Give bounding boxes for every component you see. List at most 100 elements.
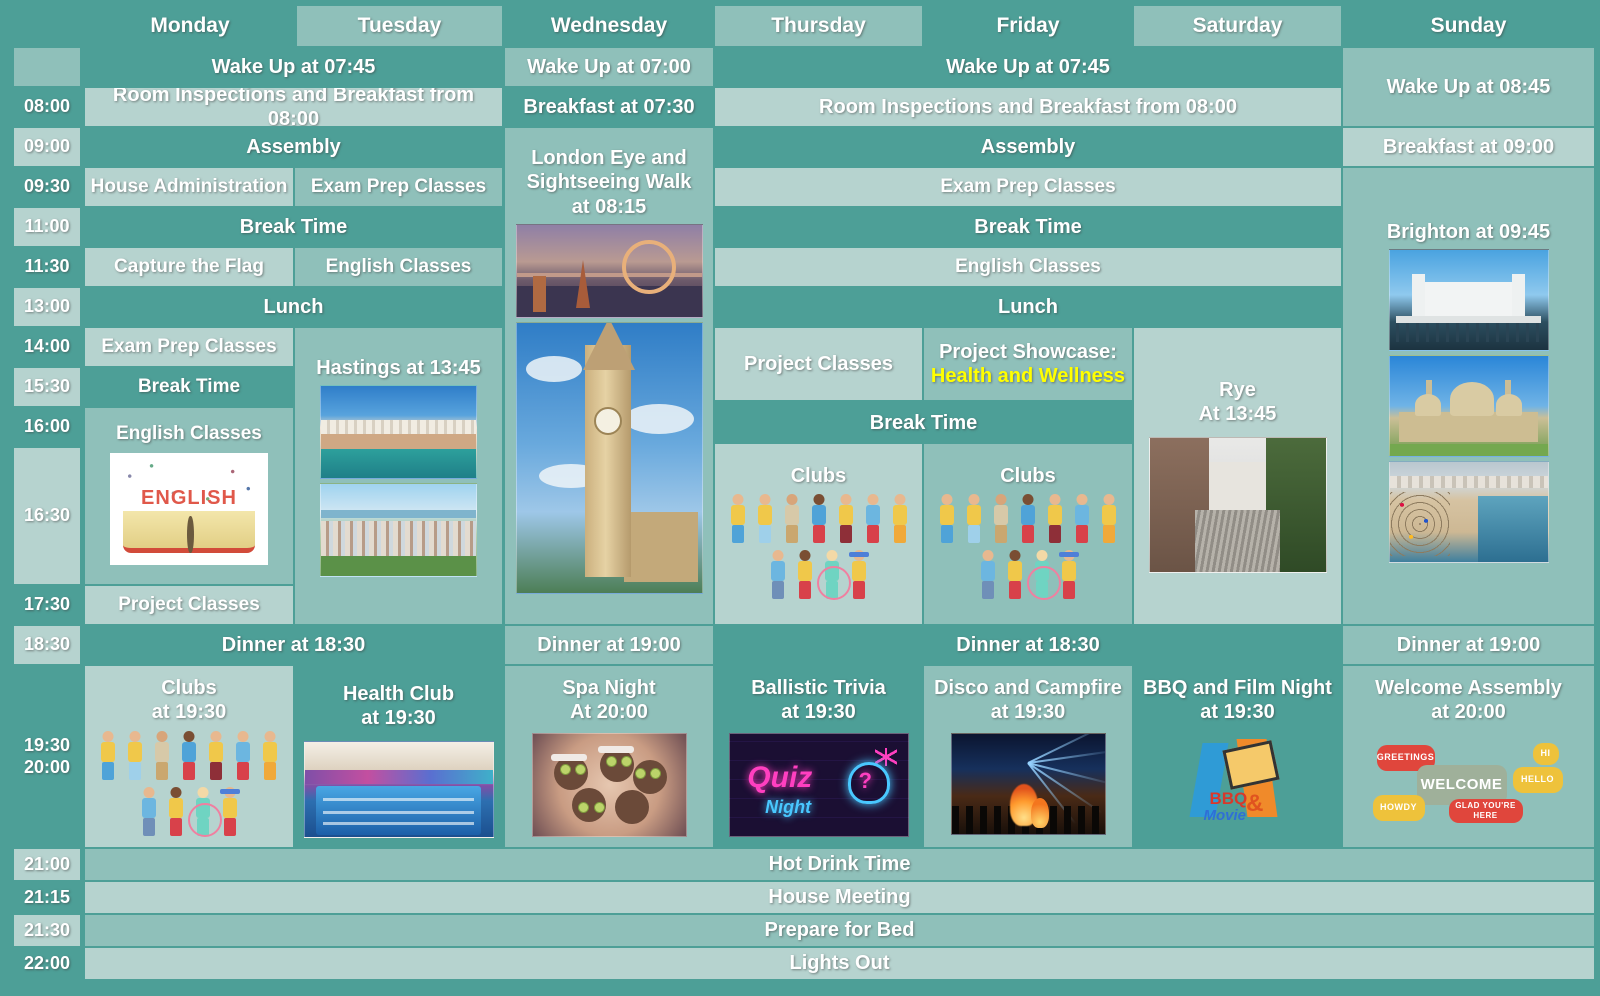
event-clubs-friday[interactable]: Clubs xyxy=(924,444,1132,624)
kid-figure xyxy=(862,494,884,546)
weekly-timetable: Monday Tuesday Wednesday Thursday Friday… xyxy=(0,0,1600,996)
day-header-saturday[interactable]: Saturday xyxy=(1134,6,1341,46)
kid-figure xyxy=(178,730,200,783)
event-breakfast-sunday[interactable]: Breakfast at 09:00 xyxy=(1343,128,1594,166)
event-breakfast-wednesday[interactable]: Breakfast at 07:30 xyxy=(505,88,713,126)
event-break-mon-tue[interactable]: Break Time xyxy=(85,208,502,246)
day-header-tuesday[interactable]: Tuesday xyxy=(297,6,502,46)
london-eye-image xyxy=(515,224,703,319)
event-english-monday-pm[interactable]: English Classes ENGLISH xyxy=(85,408,293,584)
event-english-thu-fri-sat[interactable]: English Classes xyxy=(715,248,1341,286)
event-break-monday-pm[interactable]: Break Time xyxy=(85,368,293,406)
event-assembly-mon-tue[interactable]: Assembly xyxy=(85,128,502,166)
event-exam-prep-tuesday[interactable]: Exam Prep Classes xyxy=(295,168,502,206)
event-exam-prep-monday[interactable]: Exam Prep Classes xyxy=(85,328,293,366)
event-break-thu-fri-pm[interactable]: Break Time xyxy=(715,404,1132,442)
time-text: 16:30 xyxy=(23,505,71,526)
event-clubs-thursday[interactable]: Clubs xyxy=(715,444,922,624)
kid-figure xyxy=(1044,494,1066,546)
time-text: 21:15 xyxy=(23,886,71,907)
event-hot-drink-time[interactable]: Hot Drink Time xyxy=(85,849,1594,880)
time-text: 16:00 xyxy=(23,416,71,437)
event-break-thu-fri-sat[interactable]: Break Time xyxy=(715,208,1341,246)
event-dinner-thu-fri-sat[interactable]: Dinner at 18:30 xyxy=(715,626,1341,664)
event-label: Prepare for Bed xyxy=(764,919,915,942)
event-time-label: at 19:30 xyxy=(361,707,436,730)
event-house-meeting[interactable]: House Meeting xyxy=(85,882,1594,913)
health-club-pool-image xyxy=(303,740,494,838)
event-evening-ballistic-trivia-thursday[interactable]: Ballistic Trivia at 19:30 ? Quiz Night xyxy=(715,666,922,847)
kid-figure xyxy=(1071,494,1093,546)
event-evening-spa-night-wednesday[interactable]: Spa Night At 20:00 xyxy=(505,666,713,847)
day-header-monday[interactable]: Monday xyxy=(85,6,295,46)
event-label: Health Club xyxy=(342,683,455,705)
day-header-label: Saturday xyxy=(1192,14,1283,38)
event-time-label: at 08:15 xyxy=(571,195,647,218)
bubble-hello: HELLO xyxy=(1512,766,1563,793)
kid-figure xyxy=(1098,494,1120,546)
event-tuesday-hastings-trip[interactable]: Hastings at 13:45 xyxy=(295,328,502,624)
kid-figure xyxy=(151,730,173,783)
event-evening-disco-campfire-friday[interactable]: Disco and Campfire at 19:30 xyxy=(924,666,1132,847)
event-house-administration[interactable]: House Administration xyxy=(85,168,293,206)
kid-figure xyxy=(205,730,227,783)
event-label: Lunch xyxy=(998,295,1058,318)
day-header-friday[interactable]: Friday xyxy=(924,6,1132,46)
kid-figure xyxy=(848,550,870,602)
event-label: Clubs xyxy=(790,465,847,487)
event-wake-thu-fri-sat[interactable]: Wake Up at 07:45 xyxy=(715,48,1341,86)
event-time-label: at 20:00 xyxy=(1431,701,1506,724)
event-sunday-brighton-trip[interactable]: Brighton at 09:45 xyxy=(1343,168,1594,624)
day-header-thursday[interactable]: Thursday xyxy=(715,6,922,46)
event-lights-out[interactable]: Lights Out xyxy=(85,948,1594,979)
event-label: Capture the Flag xyxy=(114,256,264,278)
campfire-disco-image xyxy=(950,732,1106,835)
event-assembly-thu-fri-sat[interactable]: Assembly xyxy=(715,128,1341,166)
event-time-label: at 19:30 xyxy=(781,701,856,724)
time-text: 22:00 xyxy=(23,952,71,973)
time-label-2130: 21:30 xyxy=(14,915,80,946)
day-header-sunday[interactable]: Sunday xyxy=(1343,6,1594,46)
tuesday-trip-images xyxy=(320,385,477,578)
event-dinner-mon-tue[interactable]: Dinner at 18:30 xyxy=(85,626,502,664)
quiz-night-word: Night xyxy=(765,797,812,818)
event-lunch-thu-fri-sat[interactable]: Lunch xyxy=(715,288,1341,326)
event-evening-clubs-monday[interactable]: Clubs at 19:30 xyxy=(85,666,293,847)
event-english-tuesday[interactable]: English Classes xyxy=(295,248,502,286)
kid-figure xyxy=(219,786,241,839)
time-label-2100: 21:00 xyxy=(14,849,80,880)
event-exam-prep-thu-fri-sat[interactable]: Exam Prep Classes xyxy=(715,168,1341,206)
time-text: 08:00 xyxy=(23,96,71,117)
event-label: Lights Out xyxy=(789,952,890,975)
event-wake-sunday[interactable]: Wake Up at 08:45 xyxy=(1343,48,1594,126)
event-project-classes-monday[interactable]: Project Classes xyxy=(85,586,293,624)
time-text: 21:30 xyxy=(23,919,71,940)
event-saturday-rye-trip[interactable]: Rye At 13:45 xyxy=(1134,328,1341,624)
event-capture-the-flag[interactable]: Capture the Flag xyxy=(85,248,293,286)
event-label: Wake Up at 08:45 xyxy=(1386,75,1551,98)
event-evening-bbq-film-saturday[interactable]: BBQ and Film Night at 19:30 BBQ & Movie xyxy=(1134,666,1341,847)
event-prepare-for-bed[interactable]: Prepare for Bed xyxy=(85,915,1594,946)
kid-figure xyxy=(259,730,281,783)
event-time-label: At 13:45 xyxy=(1198,403,1277,426)
kid-figure xyxy=(165,786,187,839)
bubble-glad-youre-here: GLAD YOU'RE HERE xyxy=(1448,798,1523,823)
event-project-classes-thursday[interactable]: Project Classes xyxy=(715,328,922,400)
event-label: Lunch xyxy=(263,295,324,318)
event-evening-welcome-assembly-sunday[interactable]: Welcome Assembly at 20:00 GREETINGS HI H… xyxy=(1343,666,1594,847)
event-lunch-mon-tue[interactable]: Lunch xyxy=(85,288,502,326)
event-evening-health-club-tuesday[interactable]: Health Club at 19:30 xyxy=(295,666,502,847)
hastings-hilltop-image xyxy=(320,483,477,578)
event-dinner-sunday[interactable]: Dinner at 19:00 xyxy=(1343,626,1594,664)
event-wednesday-london-trip[interactable]: London Eye and Sightseeing Walk at 08:15 xyxy=(505,128,713,624)
time-label-1400: 14:00 xyxy=(14,328,80,366)
event-dinner-wednesday[interactable]: Dinner at 19:00 xyxy=(505,626,713,664)
event-breakfast-mon-tue[interactable]: Room Inspections and Breakfast from 08:0… xyxy=(85,88,502,126)
event-wake-mon-tue[interactable]: Wake Up at 07:45 xyxy=(85,48,502,86)
day-header-wednesday[interactable]: Wednesday xyxy=(505,6,713,46)
quiz-word: Quiz xyxy=(747,761,813,795)
event-project-showcase-friday[interactable]: Project Showcase: Health and Wellness xyxy=(924,328,1132,400)
event-label: Break Time xyxy=(137,376,241,398)
event-breakfast-thu-fri-sat[interactable]: Room Inspections and Breakfast from 08:0… xyxy=(715,88,1341,126)
event-wake-wednesday[interactable]: Wake Up at 07:00 xyxy=(505,48,713,86)
